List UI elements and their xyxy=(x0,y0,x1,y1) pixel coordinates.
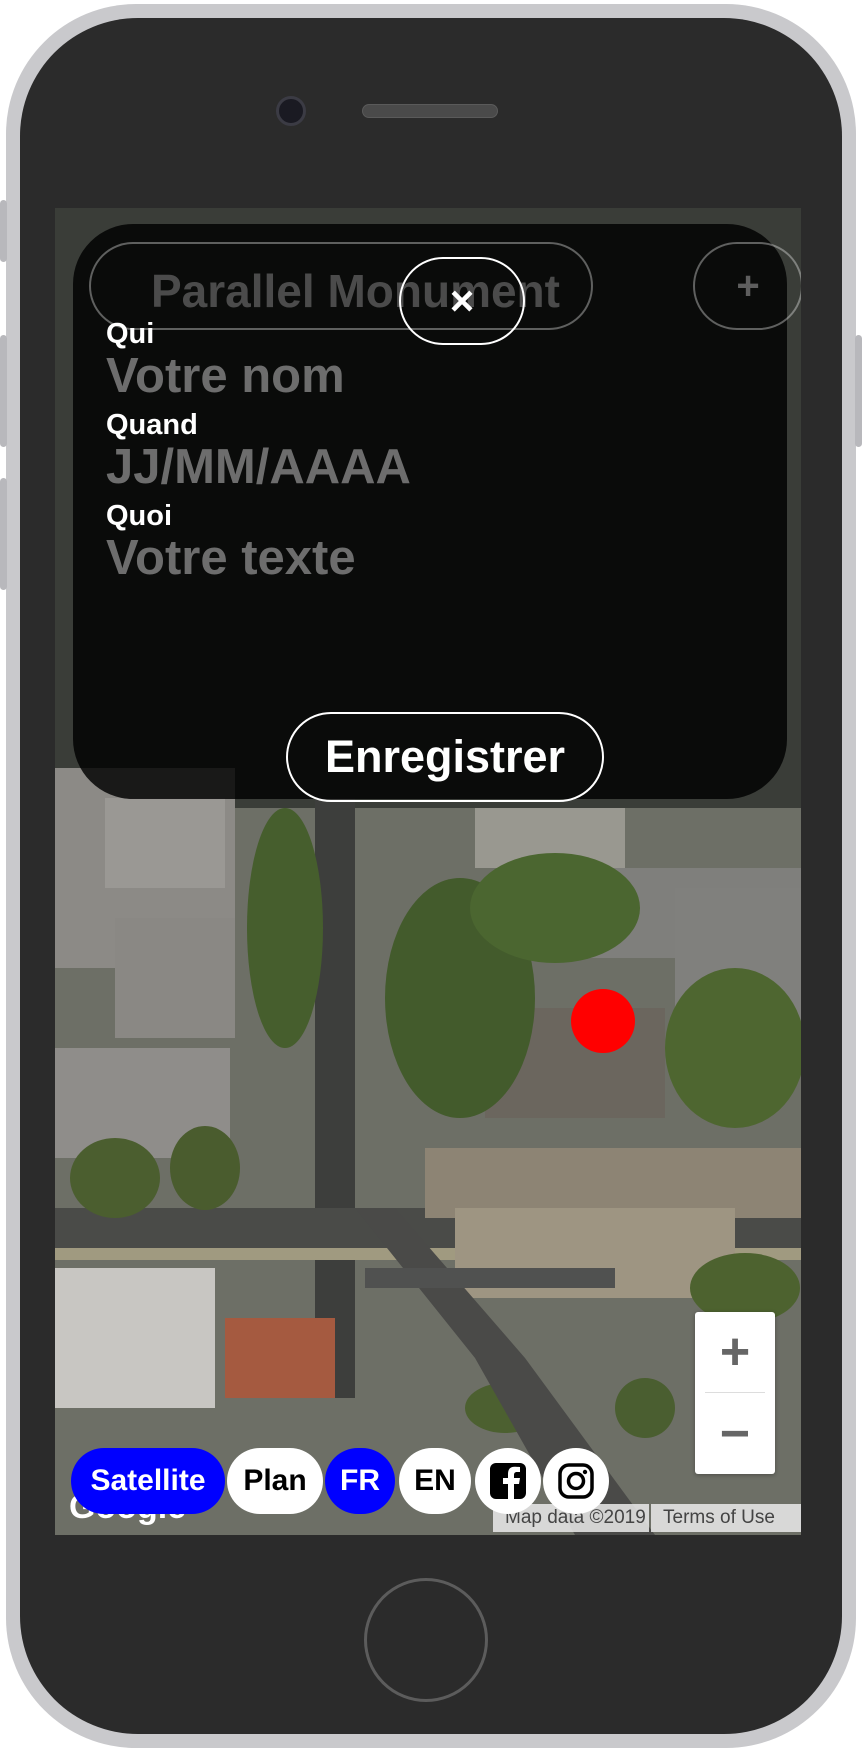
memory-form-panel: Parallel Monument + × Qui Votre nom Quan… xyxy=(73,224,801,802)
save-button[interactable]: Enregistrer xyxy=(286,712,604,802)
earpiece-speaker xyxy=(362,104,498,118)
plus-icon: + xyxy=(736,263,760,308)
who-input[interactable]: Votre nom xyxy=(106,348,345,404)
instagram-button[interactable] xyxy=(543,1448,609,1514)
what-input[interactable]: Votre texte xyxy=(106,530,356,586)
facebook-icon xyxy=(490,1463,526,1499)
zoom-control: + − xyxy=(695,1312,775,1474)
volume-up-button xyxy=(0,335,7,447)
plan-button[interactable]: Plan xyxy=(227,1448,323,1514)
home-button[interactable] xyxy=(364,1578,488,1702)
who-label: Qui xyxy=(106,318,155,350)
lang-en-button[interactable]: EN xyxy=(399,1448,471,1514)
zoom-divider xyxy=(705,1392,765,1393)
instagram-icon xyxy=(558,1463,594,1499)
front-camera xyxy=(276,96,306,126)
plus-icon: + xyxy=(719,1323,751,1381)
when-label: Quand xyxy=(106,409,198,441)
facebook-button[interactable] xyxy=(475,1448,541,1514)
volume-down-button xyxy=(0,478,7,590)
close-button[interactable]: × xyxy=(399,257,525,345)
minus-icon: − xyxy=(719,1405,751,1463)
add-button[interactable]: + xyxy=(693,242,801,330)
satellite-button[interactable]: Satellite xyxy=(71,1448,225,1514)
location-marker[interactable] xyxy=(571,989,635,1053)
lang-fr-button[interactable]: FR xyxy=(325,1448,395,1514)
when-input[interactable]: JJ/MM/AAAA xyxy=(106,439,411,495)
zoom-out-button[interactable]: − xyxy=(695,1394,775,1474)
mute-switch xyxy=(0,200,7,262)
zoom-in-button[interactable]: + xyxy=(695,1312,775,1392)
terms-link[interactable]: Terms of Use xyxy=(651,1504,801,1532)
app-screen: Parallel Monument + × Qui Votre nom Quan… xyxy=(55,208,801,1535)
close-icon: × xyxy=(449,277,475,324)
power-button xyxy=(855,335,862,447)
what-label: Quoi xyxy=(106,500,173,532)
